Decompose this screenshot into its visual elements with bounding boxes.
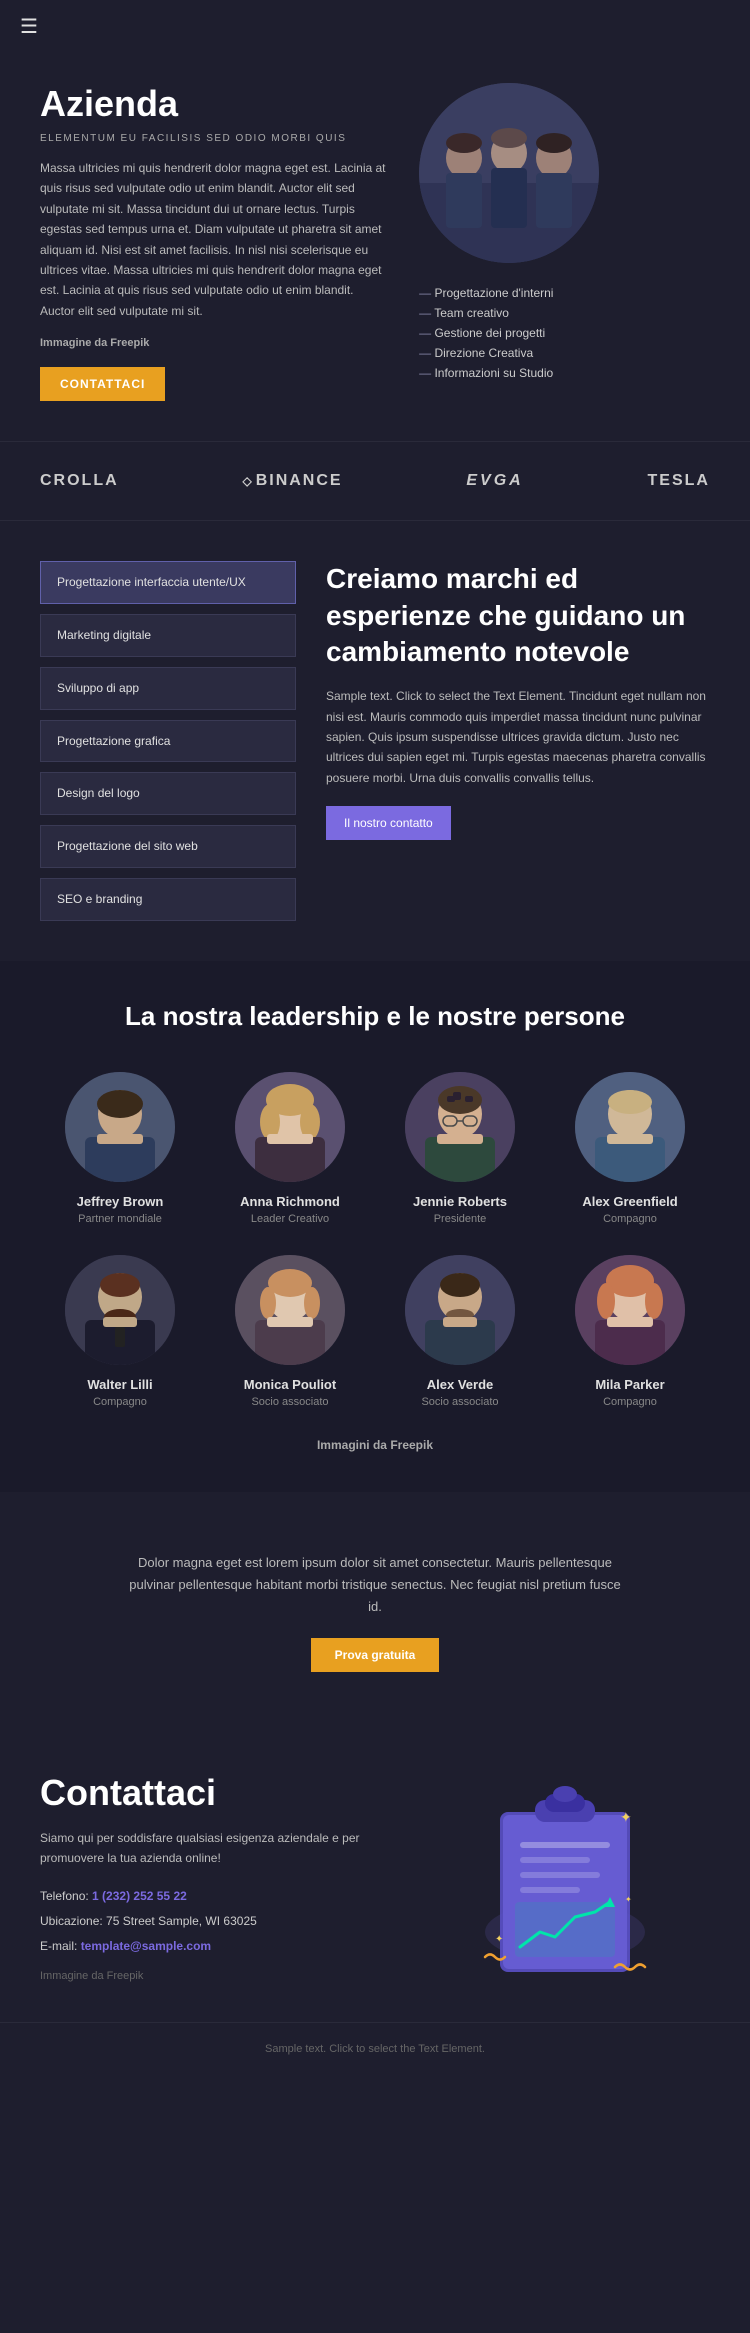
brand-tesla: TESLA xyxy=(648,472,710,490)
team-name-monica: Monica Pouliot xyxy=(244,1377,336,1392)
service-btn-web[interactable]: Progettazione del sito web xyxy=(40,825,296,868)
team-grid-row1: Jeffrey Brown Partner mondiale Anna Rich… xyxy=(40,1072,710,1225)
team-role-alex-v: Socio associato xyxy=(421,1396,498,1408)
contact-content: Contattaci Siamo qui per soddisfare qual… xyxy=(40,1772,389,1982)
team-name-jennie: Jennie Roberts xyxy=(413,1194,507,1209)
hero-section: Azienda ELEMENTUM EU FACILISIS SED ODIO … xyxy=(0,53,750,441)
binance-icon: ◇ xyxy=(242,474,253,488)
team-grid-row2: Walter Lilli Compagno Monica Pouliot Soc… xyxy=(40,1255,710,1408)
hero-content: Azienda ELEMENTUM EU FACILISIS SED ODIO … xyxy=(40,83,389,401)
avatar-alex-v xyxy=(405,1255,515,1365)
team-role-monica: Socio associato xyxy=(251,1396,328,1408)
cta-section: Dolor magna eget est lorem ipsum dolor s… xyxy=(0,1492,750,1732)
hero-visual: Progettazione d'interni Team creativo Ge… xyxy=(419,83,710,383)
team-name-anna: Anna Richmond xyxy=(240,1194,340,1209)
avatar-jeffrey xyxy=(65,1072,175,1182)
clipboard-svg: ✦ ✦ ✦ xyxy=(465,1772,665,1992)
phone-number: 1 (232) 252 55 22 xyxy=(92,1889,187,1903)
footer-text: Sample text. Click to select the Text El… xyxy=(40,2043,710,2055)
avatar-jennie xyxy=(405,1072,515,1182)
service-btn-logo[interactable]: Design del logo xyxy=(40,772,296,815)
list-item: Informazioni su Studio xyxy=(419,363,553,383)
services-contact-button[interactable]: Il nostro contatto xyxy=(326,806,451,840)
team-name-mila: Mila Parker xyxy=(595,1377,664,1392)
contact-address: Ubicazione: 75 Street Sample, WI 63025 xyxy=(40,1912,389,1931)
svg-text:✦: ✦ xyxy=(620,1811,632,1826)
team-member-jeffrey: Jeffrey Brown Partner mondiale xyxy=(40,1072,200,1225)
services-description: Sample text. Click to select the Text El… xyxy=(326,686,710,788)
contact-title: Contattaci xyxy=(40,1772,389,1814)
team-member-anna: Anna Richmond Leader Creativo xyxy=(210,1072,370,1225)
service-btn-ux[interactable]: Progettazione interfaccia utente/UX xyxy=(40,561,296,604)
team-member-mila: Mila Parker Compagno xyxy=(550,1255,710,1408)
team-member-monica: Monica Pouliot Socio associato xyxy=(210,1255,370,1408)
service-btn-app[interactable]: Sviluppo di app xyxy=(40,667,296,710)
hero-list: Progettazione d'interni Team creativo Ge… xyxy=(419,283,553,383)
footer: Sample text. Click to select the Text El… xyxy=(0,2022,750,2075)
contact-section: Contattaci Siamo qui per soddisfare qual… xyxy=(0,1732,750,2022)
list-item: Direzione Creativa xyxy=(419,343,553,363)
services-content: Creiamo marchi ed esperienze che guidano… xyxy=(326,561,710,921)
team-member-alex-v: Alex Verde Socio associato xyxy=(380,1255,540,1408)
team-role-alex-g: Compagno xyxy=(603,1213,657,1225)
cta-description: Dolor magna eget est lorem ipsum dolor s… xyxy=(125,1552,625,1618)
team-role-mila: Compagno xyxy=(603,1396,657,1408)
hero-title: Azienda xyxy=(40,83,389,125)
contact-details: Telefono: 1 (232) 252 55 22 Ubicazione: … xyxy=(40,1887,389,1957)
navigation: ☰ xyxy=(0,0,750,53)
leadership-title: La nostra leadership e le nostre persone xyxy=(40,1001,710,1032)
hero-image xyxy=(419,83,599,263)
brand-binance: ◇BINANCE xyxy=(242,472,342,490)
services-section: Progettazione interfaccia utente/UX Mark… xyxy=(0,521,750,961)
team-member-jennie: Jennie Roberts Presidente xyxy=(380,1072,540,1225)
contact-illustration: ✦ ✦ ✦ xyxy=(419,1772,710,1992)
service-btn-seo[interactable]: SEO e branding xyxy=(40,878,296,921)
contact-credit: Immagine da Freepik xyxy=(40,1970,389,1982)
svg-text:✦: ✦ xyxy=(625,1895,632,1904)
svg-text:✦: ✦ xyxy=(495,1934,503,1945)
prova-button[interactable]: Prova gratuita xyxy=(311,1638,440,1672)
leadership-section: La nostra leadership e le nostre persone… xyxy=(0,961,750,1492)
team-role-jeffrey: Partner mondiale xyxy=(78,1213,162,1225)
brand-crolla: CROLLA xyxy=(40,472,119,490)
list-item: Gestione dei progetti xyxy=(419,323,553,343)
team-role-walter: Compagno xyxy=(93,1396,147,1408)
avatar-monica xyxy=(235,1255,345,1365)
contact-phone: Telefono: 1 (232) 252 55 22 xyxy=(40,1887,389,1906)
contact-description: Siamo qui per soddisfare qualsiasi esige… xyxy=(40,1828,389,1869)
list-item: Team creativo xyxy=(419,303,553,323)
team-name-alex-v: Alex Verde xyxy=(427,1377,494,1392)
avatar-alex-g xyxy=(575,1072,685,1182)
list-item: Progettazione d'interni xyxy=(419,283,553,303)
email-link[interactable]: template@sample.com xyxy=(81,1939,211,1953)
address-value: 75 Street Sample, WI 63025 xyxy=(106,1914,257,1928)
avatar-mila xyxy=(575,1255,685,1365)
team-member-walter: Walter Lilli Compagno xyxy=(40,1255,200,1408)
brands-section: CROLLA ◇BINANCE EVGA TESLA xyxy=(0,441,750,521)
service-btn-marketing[interactable]: Marketing digitale xyxy=(40,614,296,657)
team-name-walter: Walter Lilli xyxy=(87,1377,152,1392)
team-role-anna: Leader Creativo xyxy=(251,1213,329,1225)
team-name-alex-g: Alex Greenfield xyxy=(582,1194,677,1209)
hero-credit: Immagine da Freepik xyxy=(40,337,389,349)
contattaci-button[interactable]: CONTATTACI xyxy=(40,367,165,401)
team-credit: Immagini da Freepik xyxy=(40,1438,710,1452)
hamburger-icon[interactable]: ☰ xyxy=(20,14,38,39)
service-btn-grafica[interactable]: Progettazione grafica xyxy=(40,720,296,763)
hero-description: Massa ultricies mi quis hendrerit dolor … xyxy=(40,158,389,321)
team-member-alex-g: Alex Greenfield Compagno xyxy=(550,1072,710,1225)
avatar-anna xyxy=(235,1072,345,1182)
services-menu: Progettazione interfaccia utente/UX Mark… xyxy=(40,561,296,921)
team-name-jeffrey: Jeffrey Brown xyxy=(77,1194,164,1209)
contact-email: E-mail: template@sample.com xyxy=(40,1937,389,1956)
hero-subtitle: ELEMENTUM EU FACILISIS SED ODIO MORBI QU… xyxy=(40,133,389,144)
brand-evga: EVGA xyxy=(466,472,523,490)
team-role-jennie: Presidente xyxy=(434,1213,487,1225)
services-heading: Creiamo marchi ed esperienze che guidano… xyxy=(326,561,710,670)
avatar-walter xyxy=(65,1255,175,1365)
